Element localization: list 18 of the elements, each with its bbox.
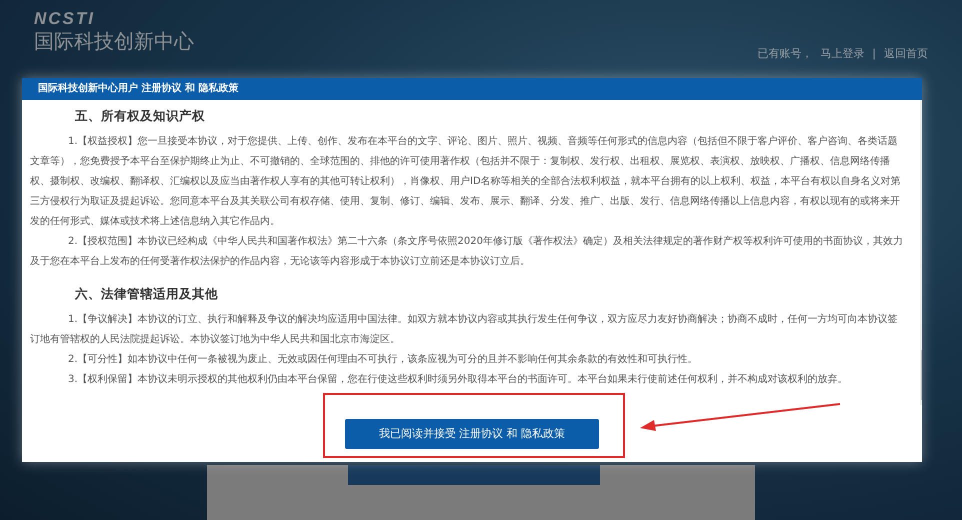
scrollbar[interactable] [920, 100, 922, 405]
section-heading: 六、法律管辖适用及其他 [75, 285, 219, 303]
link-separator: | [872, 46, 876, 62]
accept-button[interactable]: 我已阅读并接受 注册协议 和 隐私政策 [345, 419, 599, 449]
header-link[interactable]: 返回首页 [884, 46, 928, 62]
logo-mark: NCSTI [34, 10, 96, 28]
agreement-paragraph: 2.【可分性】如本协议中任何一条被视为废止、无效或因任何理由不可执行，该条应视为可分的且并不影响任何其余条款的有效性和可执行性。 [67, 352, 699, 367]
account-prompt: 已有账号， [757, 46, 812, 62]
agreement-paragraph: 2.【授权范围】本协议已经构成《中华人民共和国著作权法》第二十六条（条文序号依照2020年修订版《著作权法》确定）及相关法律规定的著作财产权等权利许可使用的书面协议，其效力及于您在本平台上发布的任何受著作权法保护的作品内容，无论该等内容形成于本协议订立前还是本协议订立后。 [30, 234, 904, 269]
logo-text: 国际科技创新中心 [34, 28, 194, 54]
submit-button[interactable] [348, 465, 600, 485]
agreement-paragraph: 1.【争议解决】本协议的订立、执行和解释及争议的解决均应适用中国法律。如双方就本协议内容或其执行发生任何争议，双方应尽力友好协商解决；协商不成时，任何一方均可向本协议签订地有管辖权的人民法院提起诉讼。本协议签订地为中华人民共和国北京市海淀区。 [30, 312, 899, 347]
agreement-paragraph: 3.【权利保留】本协议未明示授权的其他权利仍由本平台保留，您在行使这些权利时须另外取得本平台的书面许可。本平台如果未行使前述任何权利，并不构成对该权利的放弃。 [67, 372, 849, 387]
agreement-paragraph: 1.【权益授权】您一旦接受本协议，对于您提供、上传、创作、发布在本平台的文字、评论、图片、照片、视频、音频等任何形式的信息内容（包括但不限于客户评价、客户咨询、各类话题文章等），您免费授予本平台至保护期终止为止、不可撤销的、全球范围的、排他的许可使用著作权（包括并不限于：复制权、发行权、出租权、展览权、表演权、放映权、广播权、信息网络传播权、摄制权、改编权、翻译权、汇编权以及应当由著作权人享有的其他可转让权利），肖像权、用户ID名称等相关的全部合法权利权益，就本平台拥有的以上权利、权益，本平台有权以自身名义对第三方侵权行为取证及提起诉讼。您同意本平台及其关联公司有权存储、使用、复制、修订、编辑、发布、展示、翻译、分发、推广、出版、发行、信息网络传播以上信息内容，有权以现有的或将来开发的任何形式、媒体或技术将上述信息纳入其它作品内。 [30, 134, 902, 229]
scrollbar-thumb[interactable] [920, 350, 921, 400]
section-heading: 五、所有权及知识产权 [75, 107, 206, 125]
dialog-title: 国际科技创新中心用户 注册协议 和 隐私政策 [22, 78, 922, 100]
header-link[interactable]: 马上登录 [820, 46, 864, 62]
